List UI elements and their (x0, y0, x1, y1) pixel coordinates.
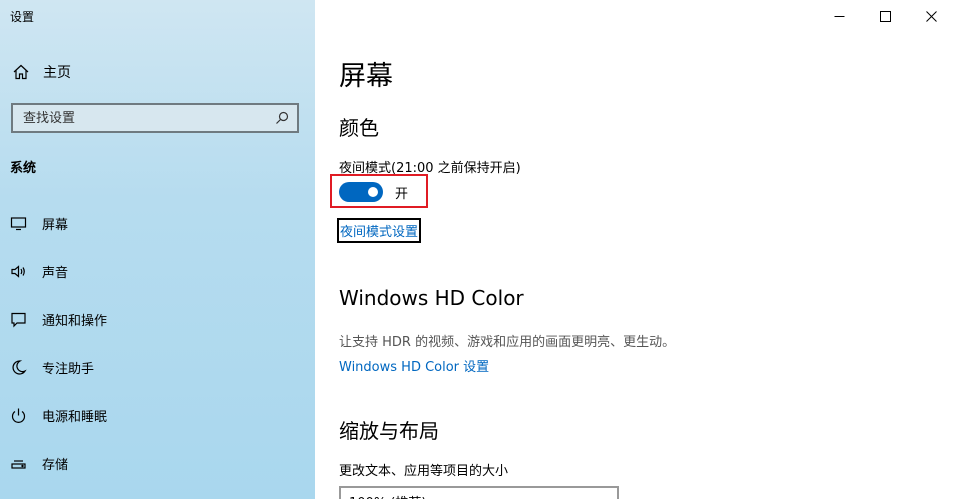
sidebar-item-home[interactable]: 主页 (12, 62, 71, 82)
monitor-icon (10, 216, 27, 230)
color-heading: 颜色 (339, 116, 379, 140)
night-light-toggle[interactable] (339, 182, 383, 202)
scale-label: 更改文本、应用等项目的大小 (339, 464, 509, 479)
sidebar: 设置 主页 系统 屏幕 声音 通知和操作 专注助手 (0, 0, 315, 499)
hd-color-heading: Windows HD Color (339, 286, 524, 310)
notification-icon (11, 312, 26, 327)
power-icon (11, 408, 26, 423)
scale-dropdown[interactable]: 100% (推荐) (339, 486, 619, 499)
sidebar-item-storage[interactable]: 存储 (10, 448, 310, 478)
sidebar-item-display[interactable]: 屏幕 (10, 208, 310, 238)
page-title: 屏幕 (339, 61, 393, 92)
sidebar-item-power-sleep[interactable]: 电源和睡眠 (10, 400, 310, 430)
scale-layout-heading: 缩放与布局 (339, 419, 439, 443)
moon-icon (12, 359, 27, 375)
home-icon (13, 64, 29, 80)
sidebar-item-label: 通知和操作 (42, 313, 108, 329)
speaker-icon (11, 264, 25, 278)
hd-color-settings-link[interactable]: Windows HD Color 设置 (339, 356, 489, 375)
sidebar-item-notifications[interactable]: 通知和操作 (10, 304, 310, 334)
toggle-knob (368, 187, 378, 197)
hd-color-description: 让支持 HDR 的视频、游戏和应用的画面更明亮、更生动。 (339, 335, 676, 350)
sidebar-item-label: 主页 (43, 65, 71, 81)
sidebar-item-label: 电源和睡眠 (42, 409, 108, 425)
sidebar-item-focus-assist[interactable]: 专注助手 (10, 352, 310, 382)
sidebar-item-sound[interactable]: 声音 (10, 256, 310, 286)
search-icon[interactable] (275, 111, 289, 125)
night-light-toggle-row: 开 (339, 182, 408, 202)
section-title: 系统 (10, 161, 37, 176)
app-title: 设置 (10, 10, 35, 24)
sidebar-item-label: 存储 (42, 457, 69, 473)
search-input[interactable] (23, 110, 263, 126)
sidebar-item-label: 专注助手 (42, 361, 95, 377)
night-light-settings-link[interactable]: 夜间模式设置 (337, 218, 422, 243)
toggle-state-label: 开 (395, 186, 409, 202)
main-content: 屏幕 颜色 夜间模式(21:00 之前保持开启) 开 夜间模式设置 Window… (330, 0, 954, 499)
search-box[interactable] (11, 103, 299, 133)
storage-icon (11, 459, 26, 469)
sidebar-item-label: 声音 (42, 265, 69, 281)
sidebar-item-label: 屏幕 (42, 217, 69, 233)
